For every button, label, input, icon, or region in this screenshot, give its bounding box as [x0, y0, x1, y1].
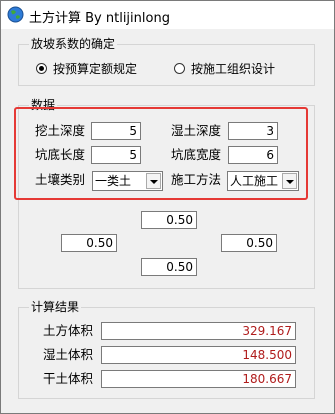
slope-left-input[interactable]: 0.50	[61, 234, 117, 252]
radio-construction-design-label: 按施工组织设计	[191, 62, 276, 76]
slope-right-input[interactable]: 0.50	[221, 234, 277, 252]
radio-indicator[interactable]	[174, 63, 185, 74]
slope-bottom-input[interactable]: 0.50	[141, 258, 197, 276]
highlight-box	[14, 107, 308, 200]
earth-volume-output[interactable]: 329.167	[101, 322, 296, 340]
dry-soil-volume-label: 干土体积	[43, 371, 94, 386]
wet-soil-volume-output[interactable]: 148.500	[101, 346, 296, 364]
title-bar: 土方计算 By ntlijinlong	[1, 1, 334, 29]
result-group-label: 计算结果	[29, 300, 82, 314]
globe-icon	[7, 6, 24, 23]
slope-top-input[interactable]: 0.50	[141, 211, 197, 229]
radio-budget-quota[interactable]: 按预算定额规定	[36, 60, 137, 77]
radio-indicator-selected[interactable]	[36, 63, 47, 74]
main-window: 土方计算 By ntlijinlong 放坡系数的确定 按预算定额规定 按施工组…	[0, 0, 335, 414]
radio-construction-design[interactable]: 按施工组织设计	[174, 60, 275, 77]
window-title: 土方计算 By ntlijinlong	[29, 11, 170, 26]
wet-soil-volume-label: 湿土体积	[43, 347, 94, 362]
radio-budget-quota-label: 按预算定额规定	[53, 62, 138, 76]
dry-soil-volume-output[interactable]: 180.667	[101, 370, 296, 388]
slope-group-label: 放坡系数的确定	[29, 37, 118, 51]
earth-volume-label: 土方体积	[43, 323, 94, 338]
